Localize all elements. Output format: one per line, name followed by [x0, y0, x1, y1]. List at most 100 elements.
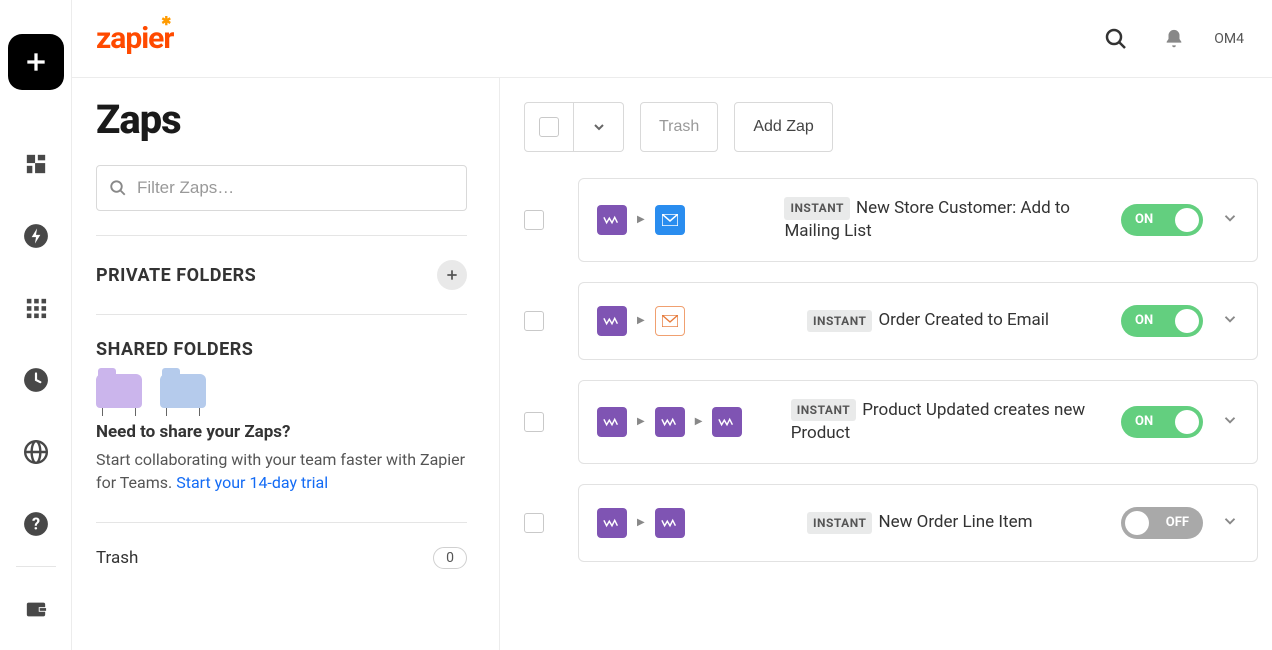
zap-toggle[interactable]: ON: [1121, 204, 1203, 236]
spark-icon: ✱: [161, 14, 170, 28]
nav-billing[interactable]: [0, 573, 72, 645]
filter-input[interactable]: [137, 178, 454, 198]
app-chain: ▶: [597, 205, 784, 235]
nav-help[interactable]: ?: [0, 488, 72, 560]
nav-history[interactable]: [0, 344, 72, 416]
zap-text: INSTANTOrder Created to Email: [807, 309, 1049, 332]
toggle-label: ON: [1135, 414, 1153, 429]
zap-row[interactable]: ▶ INSTANTNew Store Customer: Add to Mail…: [578, 178, 1258, 262]
bolt-icon: [23, 223, 49, 249]
zap-row[interactable]: ▶ ▶ INSTANTProduct Updated creates new P…: [578, 380, 1258, 464]
row-checkbox[interactable]: [524, 210, 544, 230]
toggle-knob: [1175, 410, 1199, 434]
divider: [96, 522, 467, 523]
shared-body: Start collaborating with your team faste…: [96, 448, 467, 494]
trash-button[interactable]: Trash: [640, 102, 718, 152]
notifications-button[interactable]: [1154, 19, 1194, 59]
woo-glyph: [603, 215, 621, 225]
arrow-icon: ▶: [637, 214, 645, 225]
expand-button[interactable]: [1221, 310, 1239, 332]
envelope-icon: [662, 315, 678, 327]
select-all-checkbox-wrap[interactable]: [524, 102, 574, 152]
add-zap-button[interactable]: Add Zap: [734, 102, 832, 152]
zap-text: INSTANTNew Store Customer: Add to Mailin…: [784, 197, 1121, 243]
expand-button[interactable]: [1221, 209, 1239, 231]
instant-badge: INSTANT: [784, 197, 849, 219]
row-checkbox[interactable]: [524, 513, 544, 533]
page-title: Zaps: [96, 96, 467, 143]
trash-folder[interactable]: Trash 0: [96, 541, 467, 575]
dashboard-icon: [25, 153, 47, 175]
plus-icon: [445, 268, 459, 282]
arrow-icon: ▶: [637, 517, 645, 528]
woocommerce-icon: [597, 306, 627, 336]
nav-dashboard[interactable]: [0, 128, 72, 200]
woocommerce-icon: [712, 407, 742, 437]
user-menu[interactable]: OM4: [1214, 31, 1244, 47]
arrow-icon: ▶: [637, 315, 645, 326]
checkbox[interactable]: [539, 117, 559, 137]
help-icon: ?: [23, 511, 49, 537]
zap-title-text: New Order Line Item: [878, 512, 1032, 532]
zap-row[interactable]: ▶ INSTANT New Order Line Item OFF: [578, 484, 1258, 562]
chevron-down-icon: [591, 119, 607, 135]
divider: [96, 314, 467, 315]
select-all: [524, 102, 624, 152]
instant-badge: INSTANT: [791, 399, 856, 421]
woo-glyph: [661, 417, 679, 427]
zap-row[interactable]: ▶ INSTANTOrder Created to Email ON: [578, 282, 1258, 360]
toggle-knob: [1125, 511, 1149, 535]
zap-list: ▶ INSTANTNew Store Customer: Add to Mail…: [524, 178, 1258, 562]
zap-title: INSTANTNew Store Customer: Add to Mailin…: [784, 197, 1121, 243]
woo-glyph: [718, 417, 736, 427]
arrow-icon: ▶: [637, 416, 645, 427]
zap-toggle[interactable]: ON: [1121, 305, 1203, 337]
zap-text: INSTANT New Order Line Item: [807, 511, 1033, 534]
shared-folders-label: SHARED FOLDERS: [96, 339, 253, 360]
woo-glyph: [603, 316, 621, 326]
woocommerce-icon: [655, 508, 685, 538]
add-folder-button[interactable]: [437, 260, 467, 290]
woocommerce-icon: [597, 508, 627, 538]
nav-zaps[interactable]: [0, 200, 72, 272]
expand-button[interactable]: [1221, 512, 1239, 534]
zap-row-outer: ▶ ▶ INSTANTProduct Updated creates new P…: [524, 380, 1258, 464]
create-zap-button[interactable]: [8, 34, 64, 90]
folder-icon: [160, 374, 206, 408]
row-checkbox[interactable]: [524, 311, 544, 331]
grid-icon: [25, 297, 47, 319]
expand-button[interactable]: [1221, 411, 1239, 433]
zap-toggle[interactable]: ON: [1121, 406, 1203, 438]
toggle-label: ON: [1135, 212, 1153, 227]
trash-label: Trash: [96, 548, 138, 568]
sidebar: Zaps PRIVATE FOLDERS SHARED FOLDERS: [72, 78, 500, 650]
wallet-icon: [25, 598, 47, 620]
chevron-down-icon: [1221, 411, 1239, 429]
zap-toggle[interactable]: OFF: [1121, 507, 1203, 539]
app-chain: ▶: [597, 508, 807, 538]
plus-icon: [23, 49, 49, 75]
start-trial-link[interactable]: Start your 14-day trial: [176, 473, 328, 492]
nav-explore[interactable]: [0, 416, 72, 488]
search-button[interactable]: [1096, 19, 1136, 59]
divider: [96, 235, 467, 236]
toolbar: Trash Add Zap: [524, 102, 1258, 152]
trash-count: 0: [433, 547, 467, 569]
filter-zaps-wrap[interactable]: [96, 165, 467, 211]
chevron-down-icon: [1221, 310, 1239, 328]
woo-glyph: [603, 518, 621, 528]
woocommerce-icon: [655, 407, 685, 437]
row-checkbox[interactable]: [524, 412, 544, 432]
zap-title: INSTANTOrder Created to Email: [807, 309, 1049, 332]
logo[interactable]: zapier✱: [96, 21, 173, 56]
shared-folders-section: SHARED FOLDERS: [96, 339, 467, 360]
shared-illustration: [96, 374, 467, 408]
toggle-label: OFF: [1166, 515, 1189, 530]
email-icon: [655, 306, 685, 336]
select-all-dropdown[interactable]: [574, 102, 624, 152]
main: Trash Add Zap ▶: [500, 78, 1272, 650]
instant-badge: INSTANT: [807, 512, 872, 534]
svg-text:?: ?: [31, 514, 39, 533]
nav-apps[interactable]: [0, 272, 72, 344]
search-icon: [109, 179, 127, 197]
